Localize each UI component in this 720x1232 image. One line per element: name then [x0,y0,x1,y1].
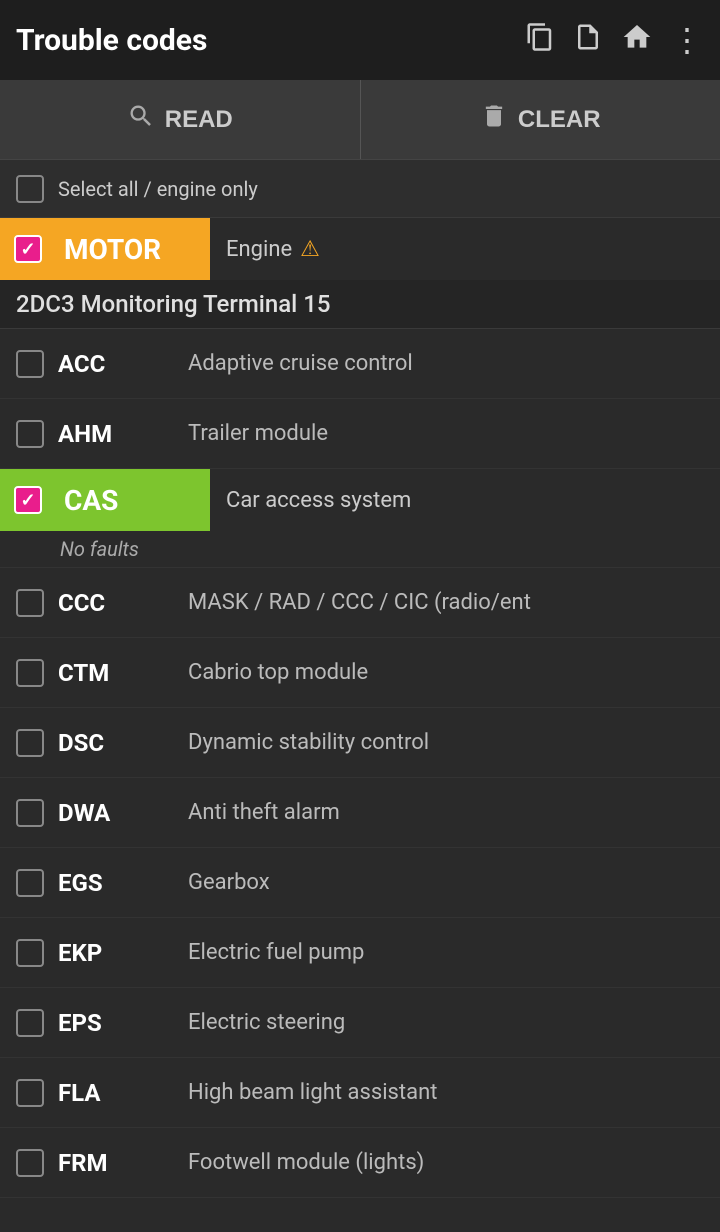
cas-description: Car access system [210,488,411,513]
fla-name: High beam light assistant [188,1080,437,1105]
ccc-code: CCC [58,589,188,617]
delete-icon [480,102,508,137]
motor-module-header: MOTOR Engine ⚠ [0,218,720,280]
fla-checkbox[interactable] [16,1079,44,1107]
ahm-checkbox[interactable] [16,420,44,448]
dsc-code: DSC [58,729,188,757]
ctm-name: Cabrio top module [188,660,368,685]
motor-description: Engine ⚠ [210,237,320,262]
eps-code: EPS [58,1009,188,1037]
clear-button[interactable]: CLEAR [361,80,720,159]
ekp-name: Electric fuel pump [188,940,364,965]
frm-checkbox[interactable] [16,1149,44,1177]
ekp-code: EKP [58,939,188,967]
motor-tag[interactable]: MOTOR [0,218,210,280]
list-item-egs[interactable]: EGS Gearbox [0,848,720,918]
ccc-checkbox[interactable] [16,589,44,617]
motor-label: MOTOR [64,233,161,266]
frm-name: Footwell module (lights) [188,1150,424,1175]
list-item-ahm[interactable]: AHM Trailer module [0,399,720,469]
list-item-frm[interactable]: FRM Footwell module (lights) [0,1128,720,1198]
ccc-name: MASK / RAD / CCC / CIC (radio/ent [188,590,531,615]
select-all-checkbox[interactable] [16,175,44,203]
ahm-name: Trailer module [188,421,328,446]
cas-module-header: CAS Car access system [0,469,720,531]
page-title: Trouble codes [16,23,525,58]
motor-checkbox[interactable] [14,235,42,263]
list-item-ccc[interactable]: CCC MASK / RAD / CCC / CIC (radio/ent [0,568,720,638]
toolbar: READ CLEAR [0,80,720,160]
header: Trouble codes ⋮ [0,0,720,80]
acc-name: Adaptive cruise control [188,351,413,376]
acc-code: ACC [58,350,188,378]
list-item-ekp[interactable]: EKP Electric fuel pump [0,918,720,988]
cas-tag[interactable]: CAS [0,469,210,531]
egs-checkbox[interactable] [16,869,44,897]
read-label: READ [165,106,233,134]
list-item-ctm[interactable]: CTM Cabrio top module [0,638,720,708]
search-icon [127,102,155,137]
ahm-code: AHM [58,420,188,448]
acc-checkbox[interactable] [16,350,44,378]
egs-code: EGS [58,869,188,897]
dsc-checkbox[interactable] [16,729,44,757]
clear-label: CLEAR [518,106,601,134]
eps-name: Electric steering [188,1010,345,1035]
fla-code: FLA [58,1079,188,1107]
header-icons: ⋮ [525,21,704,60]
more-icon[interactable]: ⋮ [671,21,704,59]
frm-code: FRM [58,1149,188,1177]
list-item-acc[interactable]: ACC Adaptive cruise control [0,329,720,399]
cas-checkbox[interactable] [14,486,42,514]
eps-checkbox[interactable] [16,1009,44,1037]
cas-label: CAS [64,484,118,517]
dwa-checkbox[interactable] [16,799,44,827]
dwa-code: DWA [58,799,188,827]
select-all-label: Select all / engine only [58,177,258,201]
list-item-eps[interactable]: EPS Electric steering [0,988,720,1058]
motor-desc-text: Engine [226,237,292,262]
dsc-name: Dynamic stability control [188,730,429,755]
egs-name: Gearbox [188,870,270,895]
cas-desc-text: Car access system [226,488,411,513]
sub-header-text: 2DC3 Monitoring Terminal 15 [16,290,331,318]
ctm-checkbox[interactable] [16,659,44,687]
no-faults-label: No faults [0,531,720,568]
warning-icon: ⚠ [300,237,320,262]
list-item-fla[interactable]: FLA High beam light assistant [0,1058,720,1128]
read-button[interactable]: READ [0,80,361,159]
copy-icon[interactable] [525,22,555,59]
list-item-dsc[interactable]: DSC Dynamic stability control [0,708,720,778]
ekp-checkbox[interactable] [16,939,44,967]
list-item-dwa[interactable]: DWA Anti theft alarm [0,778,720,848]
select-all-row[interactable]: Select all / engine only [0,160,720,218]
file-icon[interactable] [573,22,603,59]
sub-header: 2DC3 Monitoring Terminal 15 [0,280,720,329]
dwa-name: Anti theft alarm [188,800,340,825]
home-icon[interactable] [621,21,653,60]
ctm-code: CTM [58,659,188,687]
